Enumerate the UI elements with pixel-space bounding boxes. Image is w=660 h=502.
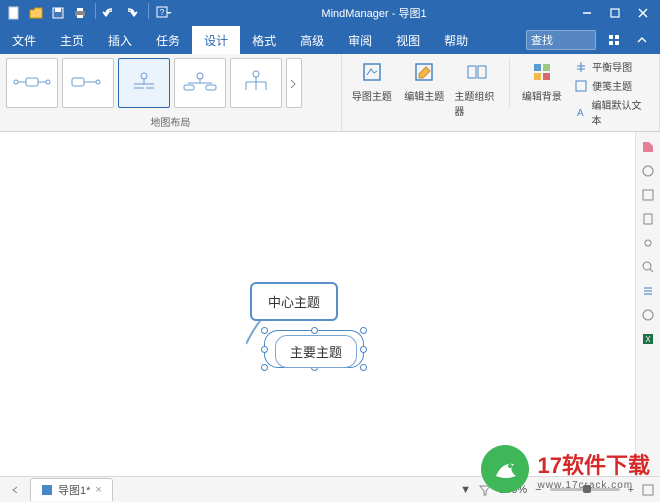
menu-format[interactable]: 格式 bbox=[240, 26, 288, 54]
help-dropdown-icon[interactable]: ? bbox=[154, 3, 174, 23]
statusbar: 导图1* × ▼ 100% − + bbox=[0, 476, 660, 502]
collapse-ribbon-icon[interactable] bbox=[632, 30, 652, 50]
quick-access-toolbar: ? bbox=[4, 3, 174, 23]
layout-thumb-4[interactable] bbox=[174, 58, 226, 108]
layout-more-icon[interactable] bbox=[286, 58, 302, 108]
side-excel-icon[interactable]: X bbox=[639, 330, 657, 348]
new-icon[interactable] bbox=[4, 3, 24, 23]
right-sidebar: X bbox=[636, 132, 660, 476]
side-browser-icon[interactable] bbox=[639, 306, 657, 324]
menu-help[interactable]: 帮助 bbox=[432, 26, 480, 54]
side-search-icon[interactable] bbox=[639, 258, 657, 276]
map-icon bbox=[41, 484, 53, 496]
menu-advanced[interactable]: 高级 bbox=[288, 26, 336, 54]
maximize-icon[interactable] bbox=[602, 3, 628, 23]
side-notes-icon[interactable] bbox=[639, 210, 657, 228]
balance-map-button[interactable]: 平衡导图 bbox=[570, 58, 653, 75]
side-link-icon[interactable] bbox=[639, 234, 657, 252]
edit-background-button[interactable]: 编辑背景 bbox=[518, 58, 566, 105]
svg-text:X: X bbox=[645, 335, 651, 344]
zoom-label: 100% bbox=[499, 484, 527, 496]
layout-thumb-3[interactable] bbox=[118, 58, 170, 108]
svg-text:A: A bbox=[577, 108, 584, 118]
tab-close-icon[interactable]: × bbox=[95, 484, 101, 496]
svg-text:?: ? bbox=[160, 8, 165, 17]
side-marker-icon[interactable] bbox=[639, 162, 657, 180]
default-text-button[interactable]: A编辑默认文本 bbox=[570, 96, 653, 128]
menubar: 文件 主页 插入 任务 设计 格式 高级 审阅 视图 帮助 查找 bbox=[0, 26, 660, 54]
workspace: 中心主题 主要主题 X bbox=[0, 132, 660, 476]
side-index-icon[interactable] bbox=[639, 282, 657, 300]
ribbon: 地图布局 导图主题 编辑主题 主题组织器 编辑背景 平衡导图 便笺主题 bbox=[0, 54, 660, 132]
canvas[interactable]: 中心主题 主要主题 bbox=[0, 132, 636, 476]
print-icon[interactable] bbox=[70, 3, 90, 23]
tab-prev-icon[interactable] bbox=[6, 481, 24, 499]
menu-home[interactable]: 主页 bbox=[48, 26, 96, 54]
zoom-out-icon[interactable]: − bbox=[535, 484, 541, 496]
theme-organizer-button[interactable]: 主题组织器 bbox=[452, 58, 500, 120]
layout-thumb-2[interactable] bbox=[62, 58, 114, 108]
menu-file[interactable]: 文件 bbox=[0, 26, 48, 54]
zoom-slider[interactable] bbox=[550, 488, 620, 491]
document-tab[interactable]: 导图1* × bbox=[30, 478, 113, 501]
funnel-icon[interactable] bbox=[479, 484, 491, 496]
layout-group-label: 地图布局 bbox=[6, 112, 335, 129]
layout-thumb-1[interactable] bbox=[6, 58, 58, 108]
save-icon[interactable] bbox=[48, 3, 68, 23]
menu-view[interactable]: 视图 bbox=[384, 26, 432, 54]
document-tab-label: 导图1* bbox=[58, 482, 90, 498]
menu-design[interactable]: 设计 bbox=[192, 26, 240, 54]
center-topic-node[interactable]: 中心主题 bbox=[250, 282, 338, 321]
redo-icon[interactable] bbox=[123, 3, 143, 23]
settings-icon[interactable] bbox=[604, 30, 624, 50]
search-input[interactable]: 查找 bbox=[526, 30, 596, 50]
map-theme-button[interactable]: 导图主题 bbox=[348, 58, 396, 105]
side-tag-icon[interactable] bbox=[639, 138, 657, 156]
side-task-icon[interactable] bbox=[639, 186, 657, 204]
menu-insert[interactable]: 插入 bbox=[96, 26, 144, 54]
layout-thumb-5[interactable] bbox=[230, 58, 282, 108]
fit-icon[interactable] bbox=[642, 484, 654, 496]
filter-icon[interactable]: ▼ bbox=[460, 484, 471, 496]
close-icon[interactable] bbox=[630, 3, 656, 23]
menu-review[interactable]: 审阅 bbox=[336, 26, 384, 54]
quick-theme-button[interactable]: 便笺主题 bbox=[570, 77, 653, 94]
sub-topic-node[interactable]: 主要主题 bbox=[275, 335, 357, 368]
edit-theme-button[interactable]: 编辑主题 bbox=[400, 58, 448, 105]
window-controls bbox=[574, 3, 656, 23]
minimize-icon[interactable] bbox=[574, 3, 600, 23]
undo-icon[interactable] bbox=[101, 3, 121, 23]
zoom-in-icon[interactable]: + bbox=[628, 484, 634, 496]
window-title: MindManager - 导图1 bbox=[174, 5, 574, 21]
open-icon[interactable] bbox=[26, 3, 46, 23]
titlebar: ? MindManager - 导图1 bbox=[0, 0, 660, 26]
menu-task[interactable]: 任务 bbox=[144, 26, 192, 54]
